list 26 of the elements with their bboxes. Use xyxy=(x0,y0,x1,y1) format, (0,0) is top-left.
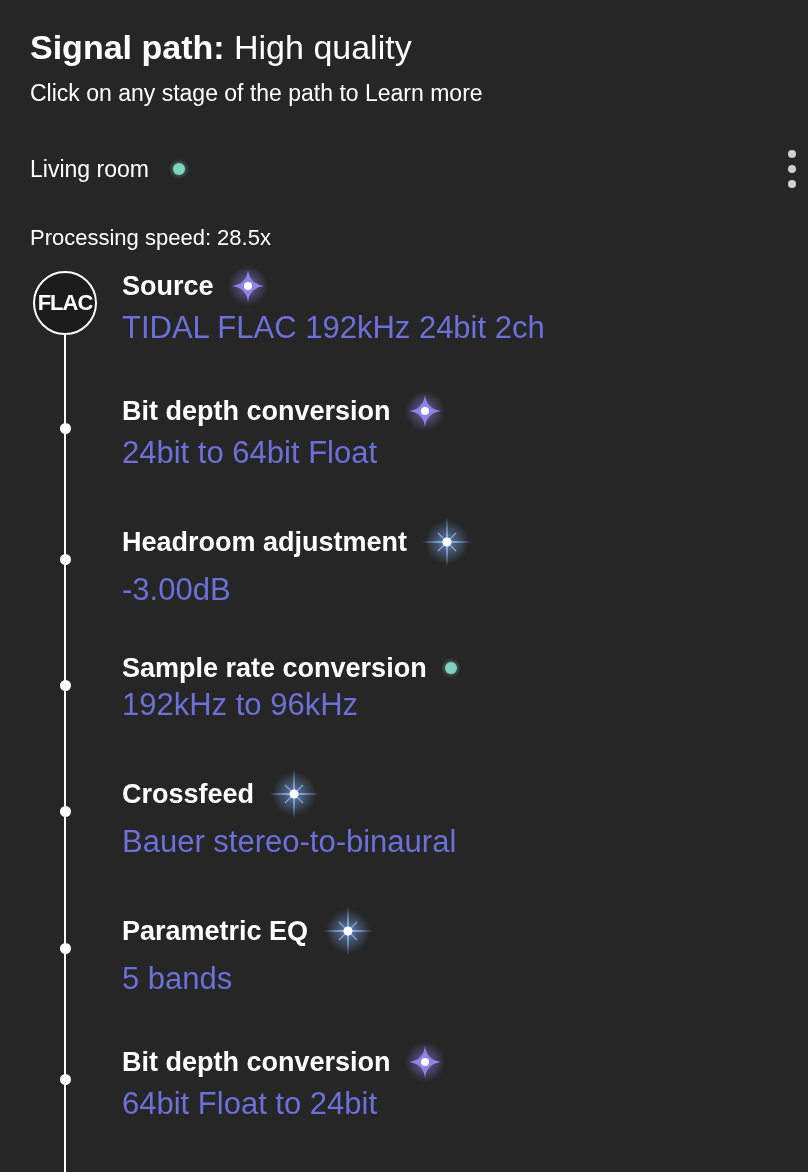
timeline-node xyxy=(59,554,71,565)
stage-value[interactable]: 5 bands xyxy=(122,961,233,997)
stage-value[interactable]: 24bit to 64bit Float xyxy=(122,435,378,471)
timeline-node xyxy=(59,423,71,434)
stage-value[interactable]: TIDAL FLAC 192kHz 24bit 2ch xyxy=(122,310,545,346)
stage-value[interactable]: 64bit Float to 24bit xyxy=(122,1086,378,1122)
stage-title[interactable]: Bit depth conversion xyxy=(122,396,391,426)
stage-title[interactable]: Sample rate conversion xyxy=(122,653,427,683)
stage-title[interactable]: Bit depth conversion xyxy=(122,1047,391,1077)
timeline-node xyxy=(59,1074,71,1085)
stage-title[interactable]: Crossfeed xyxy=(122,779,255,809)
hint-text: Click on any stage of the path to Learn more xyxy=(30,79,483,107)
stage-value[interactable]: Bauer stereo-to-binaural xyxy=(122,824,457,860)
stage-value[interactable]: -3.00dB xyxy=(122,572,231,608)
format-badge: FLAC xyxy=(33,271,97,335)
stage-title[interactable]: Headroom adjustment xyxy=(122,527,408,557)
timeline-node xyxy=(59,806,71,817)
stage-title[interactable]: Source xyxy=(122,271,214,301)
processing-speed: Processing speed: 28.5x xyxy=(30,225,271,251)
stage-value[interactable]: 192kHz to 96kHz xyxy=(122,687,359,723)
timeline-node xyxy=(59,680,71,691)
page-title: Signal path: High quality xyxy=(30,27,412,68)
more-menu-icon[interactable] xyxy=(787,149,797,189)
timeline-node xyxy=(59,943,71,954)
stage-title[interactable]: Parametric EQ xyxy=(122,916,309,946)
zone-name: Living room xyxy=(30,155,149,183)
